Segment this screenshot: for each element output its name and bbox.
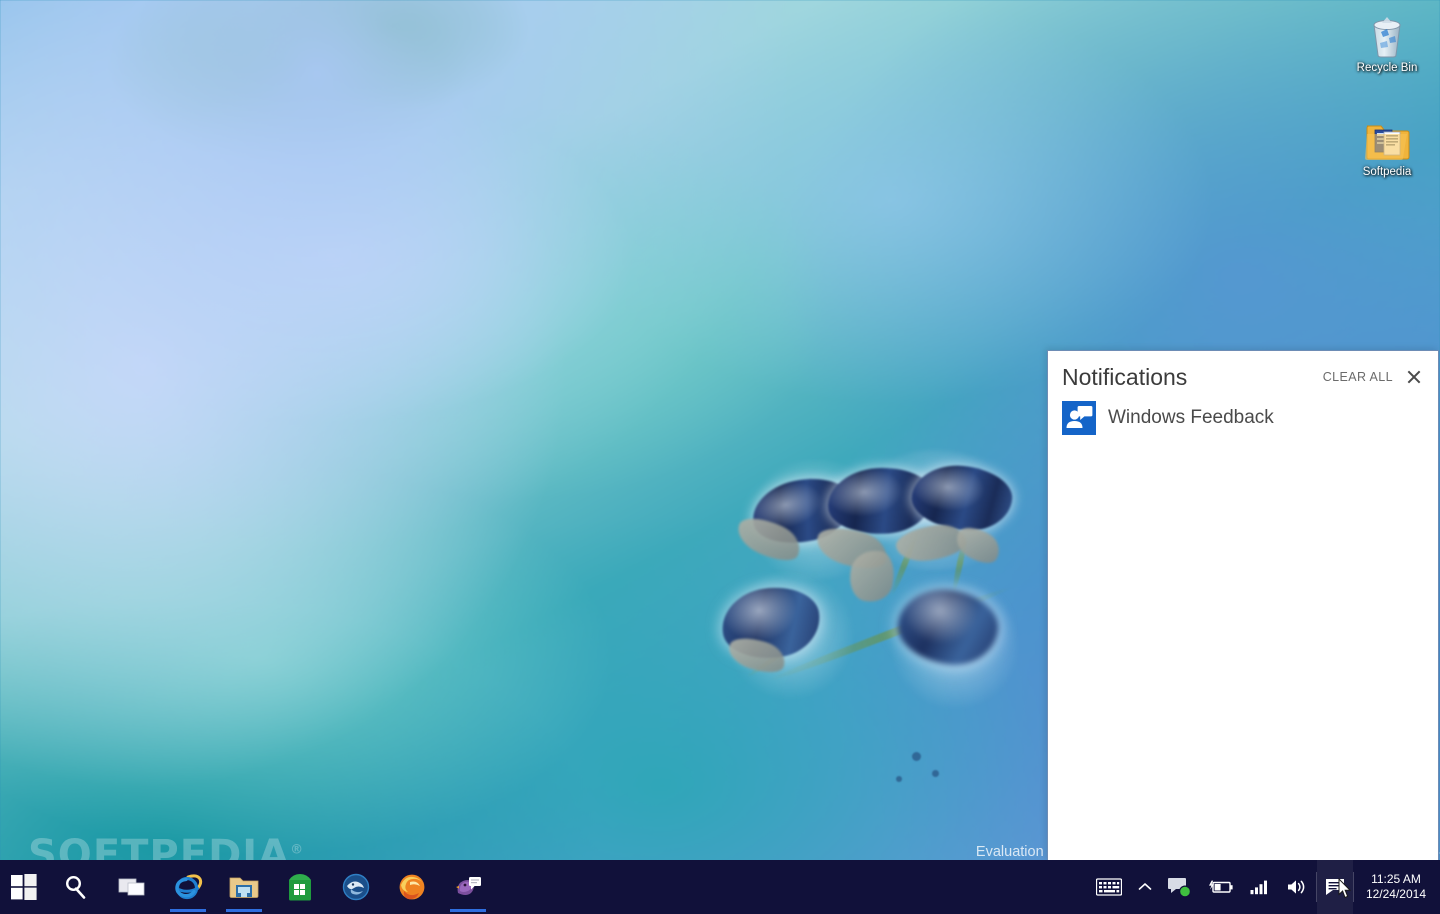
desktop-icon-recycle-bin[interactable]: Recycle Bin — [1345, 8, 1429, 75]
running-indicator — [170, 909, 206, 912]
registered-mark: ® — [290, 843, 304, 858]
show-hidden-icons-button[interactable] — [1130, 860, 1160, 914]
running-indicator — [226, 909, 262, 912]
battery-icon[interactable] — [1200, 860, 1242, 914]
taskbar-item-thunderbird[interactable] — [328, 860, 384, 914]
taskbar-item-store[interactable] — [272, 860, 328, 914]
feedback-icon — [1062, 401, 1096, 435]
taskbar-item-firefox[interactable] — [384, 860, 440, 914]
action-center-button[interactable] — [1317, 860, 1353, 914]
folder-icon — [1345, 112, 1429, 162]
chat-status-icon[interactable] — [1160, 860, 1200, 914]
taskbar-item-search[interactable] — [48, 860, 104, 914]
clock-date: 12/24/2014 — [1366, 887, 1426, 902]
clock-time: 11:25 AM — [1371, 872, 1421, 887]
notification-item[interactable]: Windows Feedback — [1048, 397, 1438, 439]
network-signal-icon[interactable] — [1242, 860, 1278, 914]
taskbar: 11:25 AM 12/24/2014 — [0, 860, 1440, 914]
notification-item-label: Windows Feedback — [1108, 407, 1274, 429]
close-icon[interactable] — [1406, 369, 1422, 385]
clear-all-button[interactable]: CLEAR ALL — [1323, 370, 1393, 384]
desktop-icon-label: Softpedia — [1345, 166, 1429, 179]
taskbar-item-task-view[interactable] — [104, 860, 160, 914]
taskbar-item-messenger[interactable] — [440, 860, 496, 914]
running-indicator — [450, 909, 486, 912]
taskbar-item-internet-explorer[interactable] — [160, 860, 216, 914]
system-tray: 11:25 AM 12/24/2014 — [1088, 860, 1440, 914]
taskbar-clock[interactable]: 11:25 AM 12/24/2014 — [1354, 860, 1436, 914]
touch-keyboard-button[interactable] — [1088, 860, 1130, 914]
taskbar-item-file-explorer[interactable] — [216, 860, 272, 914]
notification-header: Notifications CLEAR ALL — [1048, 351, 1438, 397]
desktop-icon-label: Recycle Bin — [1345, 62, 1429, 75]
desktop-screen: Recycle Bin Softpedia Unauthorized actio… — [0, 0, 1440, 914]
start-button[interactable] — [0, 860, 48, 914]
volume-icon[interactable] — [1278, 860, 1316, 914]
desktop-icon-softpedia[interactable]: Softpedia — [1345, 112, 1429, 179]
recycle-bin-icon — [1345, 8, 1429, 58]
notification-panel-title: Notifications — [1062, 363, 1323, 391]
notification-center-panel: Notifications CLEAR ALL Windows Feedback — [1047, 350, 1439, 862]
